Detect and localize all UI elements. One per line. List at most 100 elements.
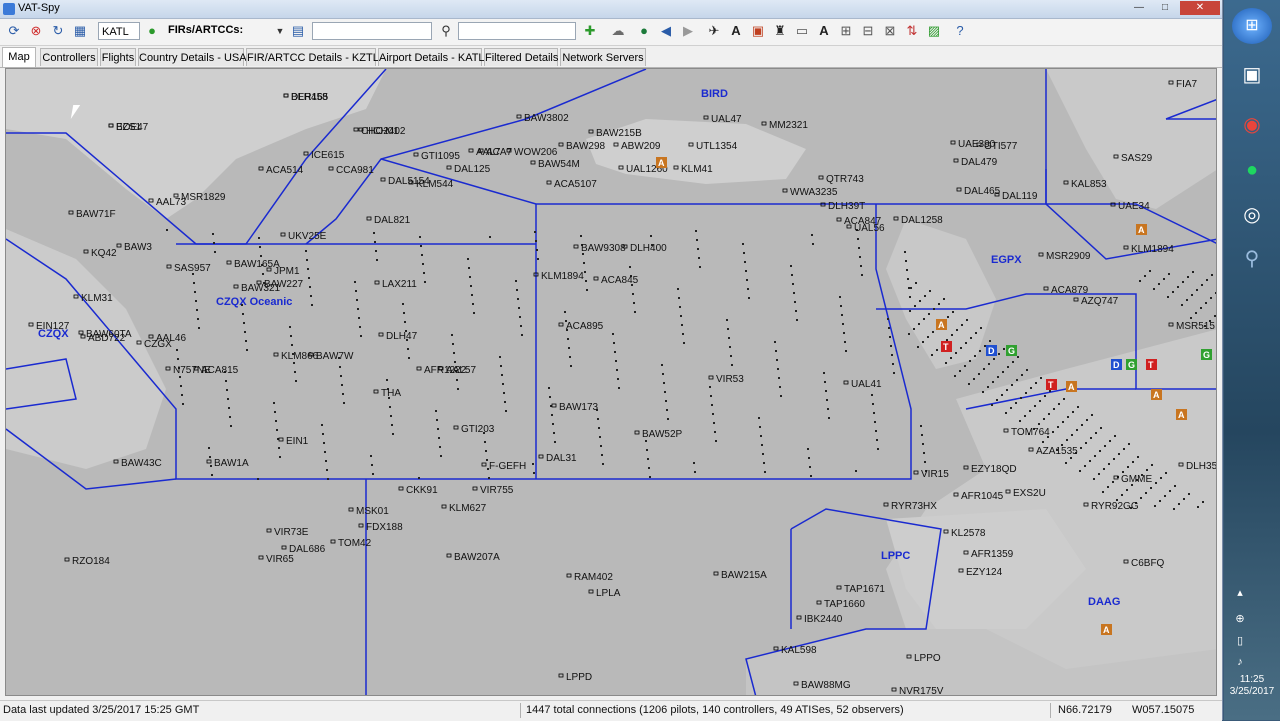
aircraft-marker[interactable]: MSK01 xyxy=(348,506,389,517)
spotify-icon[interactable]: ● xyxy=(1232,152,1272,188)
aircraft-marker[interactable]: KLM1894 xyxy=(533,271,584,282)
aircraft-marker[interactable]: UAL41 xyxy=(843,379,882,390)
search-icon[interactable]: ⚲ xyxy=(1232,240,1272,276)
aircraft-marker[interactable]: EIN127 xyxy=(28,321,70,332)
aircraft-marker[interactable]: MSR515 xyxy=(1168,321,1215,332)
aircraft-marker[interactable]: GTI203 xyxy=(453,424,495,435)
aircraft-marker[interactable]: DAL1258 xyxy=(893,215,943,226)
plane-icon[interactable]: ✈ xyxy=(706,23,722,39)
atc-station-marker[interactable]: A xyxy=(936,319,947,330)
add-icon[interactable]: ✚ xyxy=(582,23,598,39)
atc-station-marker[interactable]: T xyxy=(1046,379,1057,390)
aircraft-marker[interactable]: KAL598 xyxy=(773,645,817,656)
back-icon[interactable]: ◀ xyxy=(658,23,674,39)
aircraft-marker[interactable]: ICE615 xyxy=(303,150,345,161)
aircraft-marker[interactable]: RYR92GG xyxy=(1083,501,1139,512)
fir-toggle-icon[interactable]: ▣ xyxy=(750,23,766,39)
settings-icon[interactable]: ▦ xyxy=(72,23,88,39)
aircraft-marker[interactable]: BAW88MG xyxy=(793,680,851,691)
filter-combo[interactable] xyxy=(458,22,576,40)
globe-icon[interactable]: ● xyxy=(636,23,652,39)
aircraft-marker[interactable]: GTI577 xyxy=(976,141,1018,152)
aircraft-marker[interactable]: AZA1535 xyxy=(1028,446,1078,457)
aircraft-marker[interactable]: VIR73E xyxy=(266,527,309,538)
aircraft-marker[interactable]: WWA3235 xyxy=(782,187,838,198)
map-view[interactable]: BIRD CZQX Oceanic CZQX EGPX LPPC DAAG DL… xyxy=(5,68,1217,696)
aircraft-marker[interactable]: ACA5107 xyxy=(546,179,597,190)
battery-icon[interactable]: ▯ xyxy=(1232,634,1248,648)
aircraft-marker[interactable]: BAW71F xyxy=(68,209,116,220)
aircraft-marker[interactable]: BER165 xyxy=(283,92,329,103)
aircraft-marker[interactable]: DAL119 xyxy=(994,191,1038,202)
aircraft-marker[interactable]: BAW9308 xyxy=(573,243,626,254)
aircraft-marker[interactable]: DLH39T xyxy=(820,201,865,212)
aircraft-marker[interactable]: DLH47 xyxy=(378,331,418,342)
aircraft-marker[interactable]: C6BFQ xyxy=(1123,558,1165,569)
aircraft-marker[interactable]: EZY124 xyxy=(958,567,1003,578)
aircraft-marker[interactable]: ABW209 xyxy=(613,141,661,152)
aircraft-marker[interactable]: KLM544 xyxy=(408,179,454,190)
aircraft-marker[interactable]: BAW7W xyxy=(308,351,354,362)
aircraft-marker[interactable]: FDX188 xyxy=(358,522,403,533)
aircraft-marker[interactable]: VIR65 xyxy=(258,554,294,565)
aircraft-marker[interactable]: CKK91 xyxy=(398,485,438,496)
aircraft-marker[interactable]: BAW165A xyxy=(226,259,280,270)
aircraft-marker[interactable]: MM2321 xyxy=(761,120,808,131)
aircraft-marker[interactable]: SAS957 xyxy=(166,263,211,274)
label-icon[interactable]: A xyxy=(816,23,832,39)
atc-station-marker[interactable]: A xyxy=(1136,224,1147,235)
aircraft-marker[interactable]: AAL7 xyxy=(468,147,501,158)
aircraft-marker[interactable]: ACA845 xyxy=(593,275,639,286)
aircraft-marker[interactable]: KLM627 xyxy=(441,503,487,514)
font-icon[interactable]: A xyxy=(728,23,744,39)
tab-map[interactable]: Map xyxy=(2,47,36,67)
filter-icon[interactable]: ⚲ xyxy=(438,23,454,39)
aircraft-marker[interactable]: ACA895 xyxy=(558,321,604,332)
aircraft-marker[interactable]: UTL1354 xyxy=(688,141,738,152)
aircraft-marker[interactable]: NVR175V xyxy=(891,686,944,696)
aircraft-marker[interactable]: DAL125 xyxy=(446,164,491,175)
maximize-button[interactable]: □ xyxy=(1152,1,1178,15)
aircraft-marker[interactable]: TAP1671 xyxy=(836,584,885,595)
aircraft-marker[interactable]: BAW52P xyxy=(634,429,683,440)
aircraft-marker[interactable]: LPPD xyxy=(558,672,592,683)
aircraft-marker[interactable]: ACA815 xyxy=(193,365,239,376)
aircraft-marker[interactable]: TOM42 xyxy=(330,538,372,549)
help-icon[interactable]: ? xyxy=(952,23,968,39)
export-icon[interactable]: ▨ xyxy=(926,23,942,39)
tab-flights[interactable]: Flights xyxy=(100,48,136,66)
tab-filtered-details[interactable]: Filtered Details xyxy=(484,48,558,66)
minimize-button[interactable]: — xyxy=(1126,1,1152,15)
go-icon[interactable]: ● xyxy=(144,23,160,39)
tab-country-details[interactable]: Country Details - USA xyxy=(138,48,247,66)
tab-controllers[interactable]: Controllers xyxy=(40,48,98,66)
aircraft-marker[interactable]: ACA514 xyxy=(258,165,304,176)
aircraft-marker[interactable]: BAW215B xyxy=(588,128,642,139)
list-icon[interactable]: ▭ xyxy=(794,23,810,39)
aircraft-marker[interactable]: VIR53 xyxy=(708,374,744,385)
atc-station-marker[interactable]: T xyxy=(941,341,952,352)
fir-combo[interactable] xyxy=(312,22,432,40)
tab-network-servers[interactable]: Network Servers xyxy=(560,48,646,66)
aircraft-marker[interactable]: RYR73HX xyxy=(883,501,937,512)
aircraft-marker[interactable]: IBK2440 xyxy=(796,614,843,625)
aircraft-marker[interactable]: EIN1 xyxy=(278,436,309,447)
aircraft-marker[interactable]: CHO2402 xyxy=(353,126,406,137)
aircraft-marker[interactable]: BAW321 xyxy=(233,283,281,294)
stop-icon[interactable]: ⊗ xyxy=(28,23,44,39)
atc-station-marker[interactable]: A xyxy=(1101,624,1112,635)
grid-toggle-icon[interactable]: ⊞ xyxy=(838,23,854,39)
aircraft-marker[interactable]: VIR755 xyxy=(472,485,514,496)
atc-station-marker[interactable]: G xyxy=(1126,359,1137,370)
aircraft-marker[interactable]: MSR2909 xyxy=(1038,251,1091,262)
tower-icon[interactable]: ♜ xyxy=(772,23,788,39)
aircraft-marker[interactable]: UAE34 xyxy=(1110,201,1150,212)
aircraft-marker[interactable]: AFR1045 xyxy=(953,491,1004,502)
aircraft-marker[interactable]: QTR743 xyxy=(818,174,864,185)
aircraft-marker[interactable]: VIR15 xyxy=(913,469,949,480)
layers-icon[interactable]: ⊠ xyxy=(882,23,898,39)
close-button[interactable]: ✕ xyxy=(1180,1,1220,15)
connect-icon[interactable]: ⟳ xyxy=(6,23,22,39)
aircraft-marker[interactable]: BAW3802 xyxy=(516,113,569,124)
atc-station-marker[interactable]: A xyxy=(656,157,667,168)
